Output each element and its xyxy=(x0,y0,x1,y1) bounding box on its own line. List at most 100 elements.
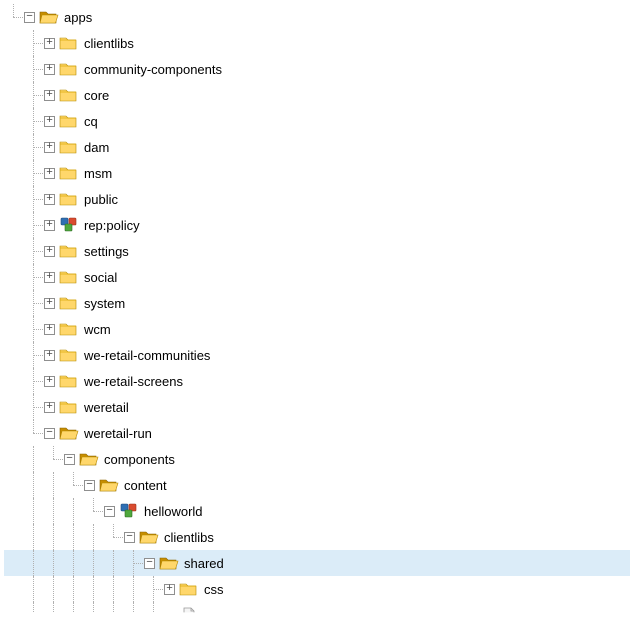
tree-join xyxy=(64,472,84,498)
tree-guide xyxy=(4,342,24,368)
tree-join xyxy=(24,290,44,316)
tree-guide xyxy=(84,524,104,550)
tree-node[interactable]: +settings xyxy=(4,238,630,264)
tree-node[interactable]: + core xyxy=(4,82,630,108)
tree-guide xyxy=(4,498,24,524)
tree-node[interactable]: + cq xyxy=(4,108,630,134)
collapse-toggle[interactable]: − xyxy=(104,506,115,517)
tree-node[interactable]: + social xyxy=(4,264,630,290)
tree-join xyxy=(24,82,44,108)
tree-node-label: msm xyxy=(83,166,112,181)
tree-join xyxy=(24,186,44,212)
tree-node[interactable]: +we-retail-screens xyxy=(4,368,630,394)
tree-node[interactable]: +system xyxy=(4,290,630,316)
tree-join xyxy=(24,238,44,264)
tree-guide xyxy=(24,524,44,550)
tree-guide xyxy=(44,576,64,602)
tree-node-label: cq xyxy=(83,114,98,129)
tree-node[interactable]: + msm xyxy=(4,160,630,186)
tree-guide xyxy=(4,30,24,56)
tree-guide xyxy=(4,576,24,602)
tree-guide xyxy=(44,550,64,576)
tree-node[interactable]: −helloworld xyxy=(4,498,630,524)
tree-node[interactable]: + we-retail-communities xyxy=(4,342,630,368)
expand-toggle[interactable]: + xyxy=(44,194,55,205)
collapse-toggle[interactable]: − xyxy=(44,428,55,439)
folder-open-icon xyxy=(79,450,99,468)
folder-open-icon xyxy=(139,528,159,546)
collapse-toggle[interactable]: − xyxy=(64,454,75,465)
tree-guide xyxy=(4,160,24,186)
expand-toggle[interactable]: + xyxy=(44,90,55,101)
tree-guide xyxy=(4,472,24,498)
folder-icon xyxy=(59,320,79,338)
tree-node[interactable]: − shared xyxy=(4,550,630,576)
tree-guide xyxy=(64,550,84,576)
collapse-toggle[interactable]: − xyxy=(84,480,95,491)
tree-guide xyxy=(4,108,24,134)
tree-join xyxy=(144,602,164,628)
expand-toggle[interactable]: + xyxy=(44,376,55,387)
tree-node-label: core xyxy=(83,88,109,103)
tree-guide xyxy=(104,576,124,602)
expand-toggle[interactable]: + xyxy=(44,324,55,335)
tree-node-label: shared xyxy=(183,556,224,571)
folder-icon xyxy=(59,60,79,78)
tree-node[interactable]: +weretail xyxy=(4,394,630,420)
folder-icon xyxy=(59,86,79,104)
tree-node[interactable] xyxy=(4,602,630,628)
expand-toggle[interactable]: + xyxy=(44,272,55,283)
tree-node[interactable]: + public xyxy=(4,186,630,212)
folder-icon xyxy=(59,34,79,52)
policy-node-icon xyxy=(119,502,139,520)
tree-node[interactable]: −apps xyxy=(4,4,630,30)
expand-toggle[interactable]: + xyxy=(44,168,55,179)
tree-join xyxy=(44,446,64,472)
tree-node-label: clientlibs xyxy=(83,36,134,51)
tree-join xyxy=(24,264,44,290)
file-tree: −apps + clientlibs + community-components + co… xyxy=(0,0,630,628)
tree-node-label: social xyxy=(83,270,117,285)
tree-node[interactable]: + community-components xyxy=(4,56,630,82)
tree-join xyxy=(24,316,44,342)
expand-toggle[interactable]: + xyxy=(44,246,55,257)
tree-node-label: public xyxy=(83,192,118,207)
expand-toggle[interactable]: + xyxy=(44,116,55,127)
tree-guide xyxy=(4,134,24,160)
tree-node-label: content xyxy=(123,478,167,493)
tree-guide xyxy=(4,56,24,82)
tree-node-label: wcm xyxy=(83,322,111,337)
tree-node[interactable]: −weretail-run xyxy=(4,420,630,446)
tree-guide xyxy=(24,498,44,524)
expand-toggle[interactable]: + xyxy=(44,38,55,49)
folder-icon xyxy=(59,190,79,208)
collapse-toggle[interactable]: − xyxy=(24,12,35,23)
tree-node[interactable]: −components xyxy=(4,446,630,472)
tree-node[interactable]: +dam xyxy=(4,134,630,160)
tree-guide xyxy=(24,576,44,602)
no-toggle xyxy=(164,610,175,621)
expand-toggle[interactable]: + xyxy=(164,584,175,595)
expand-toggle[interactable]: + xyxy=(44,350,55,361)
expand-toggle[interactable]: + xyxy=(44,64,55,75)
tree-node[interactable]: +css xyxy=(4,576,630,602)
tree-node[interactable]: +rep:policy xyxy=(4,212,630,238)
tree-node[interactable]: + wcm xyxy=(4,316,630,342)
expand-toggle[interactable]: + xyxy=(44,298,55,309)
tree-guide xyxy=(4,212,24,238)
tree-node[interactable]: − content xyxy=(4,472,630,498)
tree-node[interactable]: −clientlibs xyxy=(4,524,630,550)
tree-guide xyxy=(124,602,144,628)
collapse-toggle[interactable]: − xyxy=(124,532,135,543)
tree-guide xyxy=(4,186,24,212)
expand-toggle[interactable]: + xyxy=(44,142,55,153)
collapse-toggle[interactable]: − xyxy=(144,558,155,569)
expand-toggle[interactable]: + xyxy=(44,220,55,231)
tree-node-label: we-retail-communities xyxy=(83,348,210,363)
tree-node[interactable]: + clientlibs xyxy=(4,30,630,56)
tree-guide xyxy=(4,264,24,290)
tree-join xyxy=(124,550,144,576)
expand-toggle[interactable]: + xyxy=(44,402,55,413)
tree-guide xyxy=(4,524,24,550)
tree-node-label: community-components xyxy=(83,62,222,77)
